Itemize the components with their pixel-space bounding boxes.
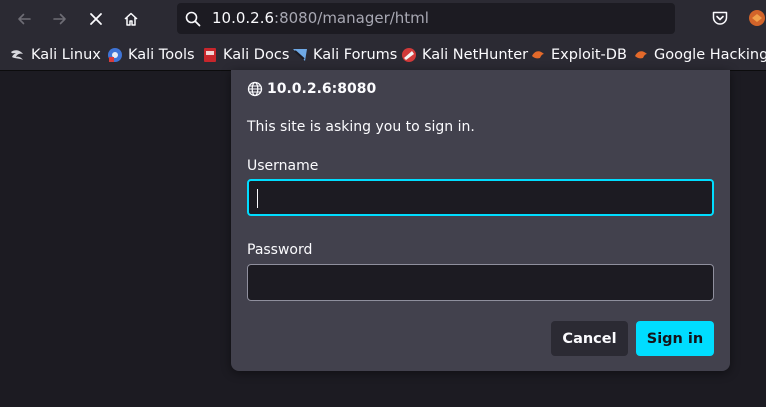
bookmark-label: Exploit-DB xyxy=(551,47,627,63)
exploit-db-icon xyxy=(530,47,546,63)
url-path: :8080/manager/html xyxy=(274,9,429,27)
auth-dialog: 10.0.2.6:8080 This site is asking you to… xyxy=(231,70,730,371)
dialog-origin: 10.0.2.6:8080 xyxy=(247,81,376,97)
bookmarks-toolbar: Kali Linux Kali Tools Kali Docs Kali For… xyxy=(0,38,766,71)
bookmark-kali-tools[interactable]: Kali Tools xyxy=(107,45,195,65)
bookmark-kali-docs[interactable]: Kali Docs xyxy=(202,45,289,65)
extension-icon xyxy=(749,10,765,26)
bookmark-kali-nethunter[interactable]: Kali NetHunter xyxy=(401,45,528,65)
bookmark-kali-linux[interactable]: Kali Linux xyxy=(10,45,101,65)
pocket-button[interactable] xyxy=(711,9,729,31)
extension-button[interactable] xyxy=(748,9,766,31)
cancel-button[interactable]: Cancel xyxy=(551,321,628,356)
pocket-icon xyxy=(712,11,728,25)
sign-in-button[interactable]: Sign in xyxy=(636,321,714,356)
kali-nethunter-icon xyxy=(401,47,417,63)
globe-icon xyxy=(247,81,263,97)
url-host: 10.0.2.6 xyxy=(212,9,275,27)
bookmark-label: Kali Forums xyxy=(313,47,398,63)
bookmark-kali-forums[interactable]: Kali Forums xyxy=(292,45,397,65)
bookmark-label: Kali Tools xyxy=(128,47,195,63)
home-button[interactable] xyxy=(118,6,144,32)
back-arrow-icon xyxy=(18,13,31,25)
browser-toolbar: 10.0.2.6:8080/manager/html xyxy=(0,0,766,38)
bookmark-google-hacking[interactable]: Google Hacking D xyxy=(633,45,766,65)
forward-arrow-icon xyxy=(53,13,66,25)
password-field[interactable] xyxy=(247,264,714,301)
stop-button[interactable] xyxy=(83,6,109,32)
dialog-origin-text: 10.0.2.6:8080 xyxy=(267,81,377,97)
forward-button[interactable] xyxy=(47,6,73,32)
password-label: Password xyxy=(247,242,313,258)
bookmark-label: Kali NetHunter xyxy=(422,47,529,63)
kali-dragon-icon xyxy=(10,47,26,63)
username-label: Username xyxy=(247,158,319,174)
bookmark-label: Kali Linux xyxy=(31,47,101,63)
ghdb-icon xyxy=(633,47,649,63)
home-icon xyxy=(124,12,138,26)
stop-icon xyxy=(90,13,102,25)
bookmark-exploit-db[interactable]: Exploit-DB xyxy=(530,45,627,65)
username-field[interactable] xyxy=(247,179,714,216)
kali-tools-icon xyxy=(107,47,123,63)
kali-docs-icon xyxy=(202,47,218,63)
url-bar[interactable]: 10.0.2.6:8080/manager/html xyxy=(177,3,675,34)
back-button[interactable] xyxy=(11,6,37,32)
bookmark-label: Kali Docs xyxy=(223,47,290,63)
text-caret xyxy=(257,189,258,208)
bookmark-label: Google Hacking D xyxy=(654,47,766,63)
kali-forums-icon xyxy=(292,47,308,63)
url-text[interactable]: 10.0.2.6:8080/manager/html xyxy=(212,9,429,28)
search-icon xyxy=(185,11,201,27)
dialog-message: This site is asking you to sign in. xyxy=(247,119,475,135)
